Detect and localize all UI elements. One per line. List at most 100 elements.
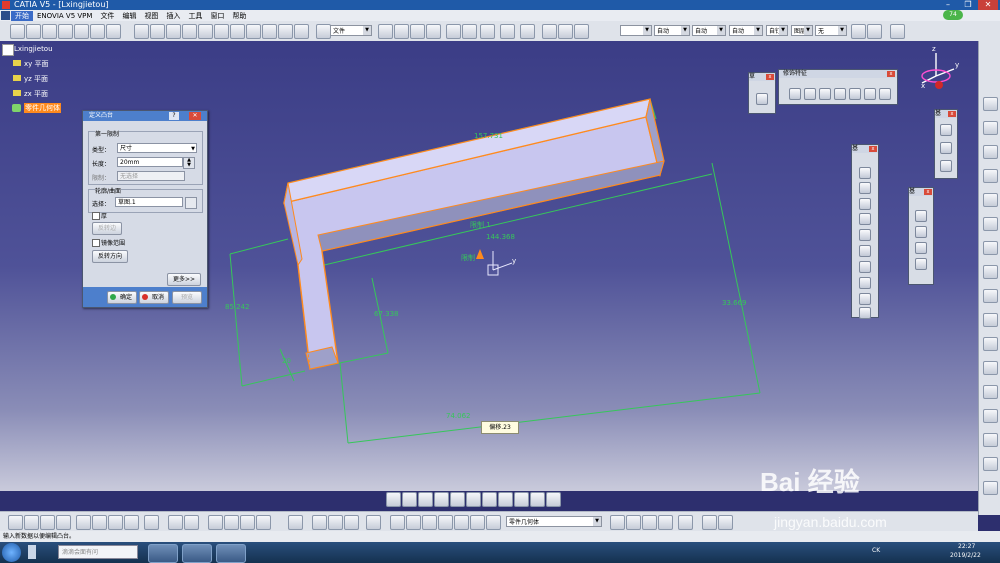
- line-weight-combo[interactable]: 自动 ▼: [692, 25, 726, 36]
- close-button[interactable]: ✕: [978, 0, 998, 10]
- cancel-button[interactable]: 取消: [139, 291, 169, 304]
- tree-item-yz[interactable]: yz 平面: [24, 74, 48, 84]
- catalog-icon[interactable]: [240, 515, 255, 530]
- tree-root[interactable]: Lxingjietou: [14, 45, 53, 53]
- new-icon[interactable]: [8, 515, 23, 530]
- rotate-icon[interactable]: [434, 492, 449, 507]
- thick-checkbox[interactable]: [92, 212, 100, 220]
- pattern-icon[interactable]: [983, 385, 998, 399]
- select-arrow-icon[interactable]: [983, 265, 998, 279]
- table-icon[interactable]: [208, 515, 223, 530]
- snap-point-icon[interactable]: [438, 515, 453, 530]
- thread-icon[interactable]: [864, 88, 876, 100]
- formula-icon[interactable]: [168, 515, 183, 530]
- stiffener-icon[interactable]: [859, 277, 871, 289]
- reaction-icon[interactable]: [214, 24, 229, 39]
- manual-update-icon[interactable]: [344, 515, 359, 530]
- folder-icon[interactable]: [316, 24, 331, 39]
- dimension-label-157[interactable]: 157.731: [474, 132, 503, 140]
- ime-indicator[interactable]: CK: [872, 547, 880, 554]
- cut-icon[interactable]: [378, 24, 393, 39]
- close-icon[interactable]: x: [869, 146, 877, 152]
- material-icon[interactable]: [626, 515, 641, 530]
- fillet-icon[interactable]: [789, 88, 801, 100]
- sketcher-icon[interactable]: [983, 121, 998, 135]
- check-icon[interactable]: [198, 24, 213, 39]
- list-icon[interactable]: [224, 515, 239, 530]
- rule-icon[interactable]: [182, 24, 197, 39]
- render-icon[interactable]: [610, 515, 625, 530]
- groove-icon[interactable]: [859, 213, 871, 225]
- close-icon[interactable]: x: [948, 111, 956, 117]
- close-icon[interactable]: x: [766, 74, 774, 80]
- length-spinner[interactable]: ▲ ▼: [183, 157, 195, 169]
- zoom-icon[interactable]: [983, 433, 998, 447]
- knowledge-icon[interactable]: [134, 24, 149, 39]
- ok-button[interactable]: 确定: [107, 291, 137, 304]
- measure-icon[interactable]: [74, 24, 89, 39]
- limit-label[interactable]: 限制: [461, 253, 475, 263]
- shaft-icon[interactable]: [859, 198, 871, 210]
- shading-icon[interactable]: [514, 492, 529, 507]
- brush-icon[interactable]: [851, 24, 866, 39]
- sphere-icon[interactable]: [983, 289, 998, 303]
- print-icon[interactable]: [56, 515, 71, 530]
- limit1-label[interactable]: 限制 1: [470, 220, 491, 230]
- close-icon[interactable]: x: [924, 189, 932, 195]
- gear-icon[interactable]: [480, 24, 495, 39]
- plane-icon[interactable]: [983, 193, 998, 207]
- dimension-label-bottom[interactable]: 74.062: [446, 412, 471, 420]
- body-icon[interactable]: [470, 515, 485, 530]
- sketch-edit-icon[interactable]: [185, 197, 197, 209]
- draft-icon[interactable]: [819, 88, 831, 100]
- copy-icon[interactable]: [394, 24, 409, 39]
- snap-icon[interactable]: [90, 24, 105, 39]
- grid-icon[interactable]: [558, 24, 573, 39]
- stack-icon[interactable]: [454, 515, 469, 530]
- fit-all-icon[interactable]: [402, 492, 417, 507]
- close-icon[interactable]: x: [887, 71, 895, 77]
- style-combo[interactable]: 自钉 ▼: [766, 25, 788, 36]
- pocket-icon[interactable]: [859, 182, 871, 194]
- iso-view-icon[interactable]: [498, 492, 513, 507]
- hide-show-icon[interactable]: [530, 492, 545, 507]
- apply-material-icon[interactable]: [678, 515, 693, 530]
- pan-icon[interactable]: [418, 492, 433, 507]
- undo-icon[interactable]: [426, 24, 441, 39]
- plane-tool-icon[interactable]: [940, 160, 952, 172]
- maximize-button[interactable]: ❐: [958, 0, 978, 10]
- zoom-out-icon[interactable]: [466, 492, 481, 507]
- scene-icon[interactable]: [658, 515, 673, 530]
- type-select[interactable]: 尺寸 ▼: [117, 143, 197, 153]
- measure-between-icon[interactable]: [366, 515, 381, 530]
- point-icon[interactable]: [983, 145, 998, 159]
- catia-task-icon[interactable]: [148, 544, 178, 563]
- whats-this-icon[interactable]: [144, 515, 159, 530]
- sketch-icon[interactable]: [756, 93, 768, 105]
- line-icon[interactable]: [940, 142, 952, 154]
- tree-item-zx[interactable]: zx 平面: [24, 89, 48, 99]
- dialog-title-bar[interactable]: 定义凸台 ? ✕: [83, 111, 207, 121]
- mirror-checkbox[interactable]: [92, 239, 100, 247]
- check-icon[interactable]: [718, 515, 733, 530]
- parameter-icon[interactable]: [294, 24, 309, 39]
- hole-icon[interactable]: [859, 229, 871, 241]
- loop-icon[interactable]: [246, 24, 261, 39]
- tree-item-selected[interactable]: 零件几何体: [24, 103, 61, 113]
- help-icon[interactable]: [574, 24, 589, 39]
- format-icon[interactable]: [867, 24, 882, 39]
- boolean-icon[interactable]: [983, 241, 998, 255]
- exit-workbench-icon[interactable]: [983, 97, 998, 111]
- dimension-label-67[interactable]: 67.338: [374, 310, 399, 318]
- wechat-task-icon[interactable]: [182, 544, 212, 563]
- file-combo[interactable]: 文件 ▼: [330, 25, 372, 36]
- inertia-icon[interactable]: [406, 515, 421, 530]
- body-combo[interactable]: 零件几何体 ▼: [506, 516, 602, 527]
- pad-icon[interactable]: [859, 167, 871, 179]
- axis-icon[interactable]: [983, 217, 998, 231]
- design-table-icon[interactable]: [262, 24, 277, 39]
- filter-icon[interactable]: [486, 515, 501, 530]
- symmetry-icon[interactable]: [915, 242, 927, 254]
- mirror-icon[interactable]: [915, 258, 927, 270]
- properties-icon[interactable]: [890, 24, 905, 39]
